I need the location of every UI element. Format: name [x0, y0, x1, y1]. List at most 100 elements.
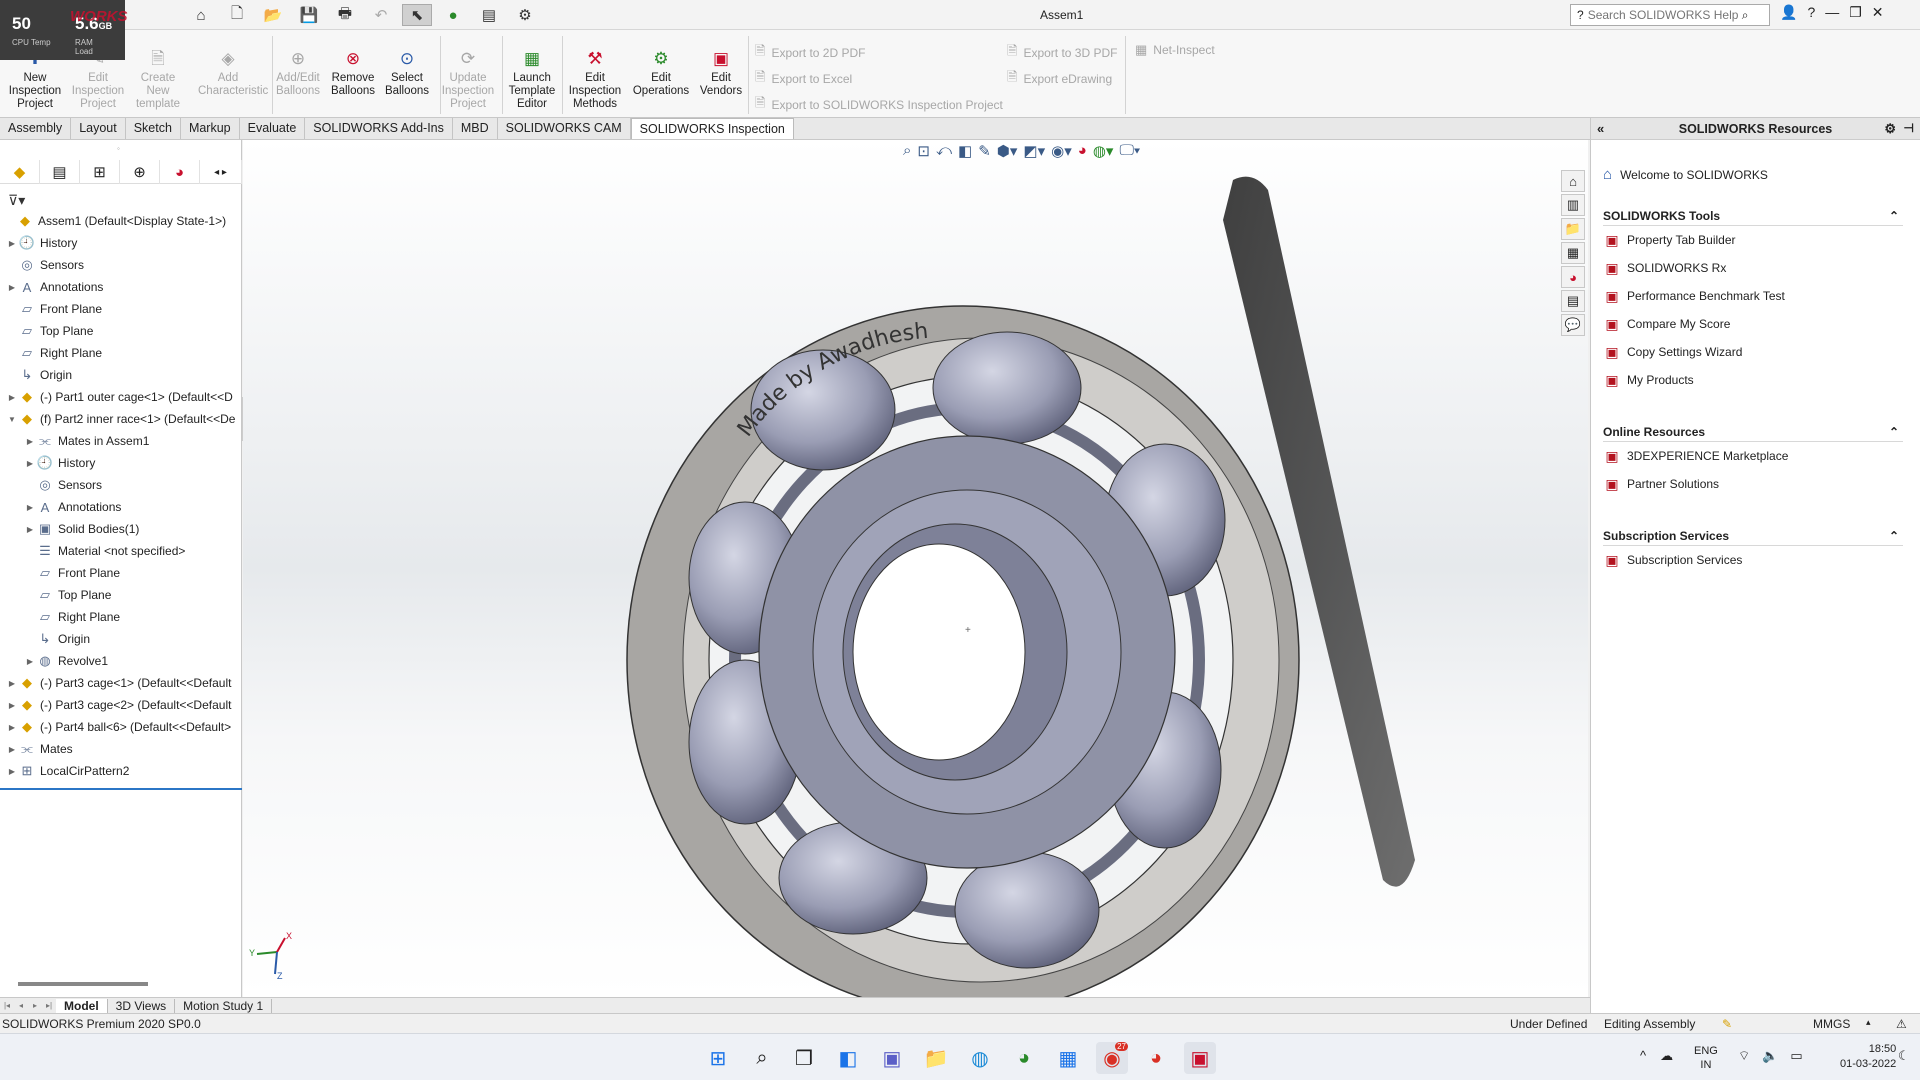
filter-icon[interactable]: ⊽▾: [8, 192, 25, 209]
volume-icon[interactable]: 🔈: [1762, 1048, 1778, 1064]
bearing-model[interactable]: + Made by Awadhesh: [243, 140, 1588, 997]
units-up-icon[interactable]: ▴: [1866, 1017, 1871, 1028]
wifi-icon[interactable]: ⌔: [1738, 1048, 1750, 1064]
hide-show-icon[interactable]: ◉▾: [1051, 142, 1072, 160]
expand-arrow-icon[interactable]: ▶: [24, 503, 36, 512]
tree-node[interactable]: ◆ Assem1 (Default<Display State-1>): [0, 210, 242, 232]
tab-sketch[interactable]: Sketch: [126, 118, 181, 139]
resource-link[interactable]: ▣ Partner Solutions: [1603, 470, 1903, 498]
open-icon[interactable]: 📂: [258, 4, 288, 26]
tree-node[interactable]: ▼ ◆ (f) Part2 inner race<1> (Default<<De: [0, 408, 242, 430]
export-2d-pdf-button[interactable]: 🗎 Export to 2D PDF: [755, 42, 865, 64]
edit-operations-button[interactable]: ⚙ Edit Operations: [631, 48, 691, 98]
prev-tab-icon[interactable]: ◂: [14, 1001, 28, 1010]
first-tab-icon[interactable]: |◂: [0, 1001, 14, 1010]
tree-node[interactable]: ▱ Front Plane: [0, 298, 242, 320]
expand-arrow-icon[interactable]: ▶: [24, 657, 36, 666]
design-library-tab-icon[interactable]: ▥: [1561, 194, 1585, 216]
resource-link[interactable]: ▣ Subscription Services: [1603, 546, 1903, 574]
remove-balloons-button[interactable]: ⊗ Remove Balloons: [323, 48, 383, 98]
solidworks-taskbar-icon[interactable]: ▣: [1184, 1042, 1216, 1074]
expand-arrow-icon[interactable]: ▶: [6, 767, 18, 776]
next-tab-icon[interactable]: ▸: [28, 1001, 42, 1010]
file-explorer-tab-icon[interactable]: 📁: [1561, 218, 1585, 240]
tree-node[interactable]: ▱ Top Plane: [0, 584, 242, 606]
tab-evaluate[interactable]: Evaluate: [240, 118, 306, 139]
rebuild-status-icon[interactable]: ✎: [1722, 1017, 1732, 1031]
tree-node[interactable]: ▶ 🕘 History: [0, 232, 242, 254]
tree-node[interactable]: ▶ ▣ Solid Bodies(1): [0, 518, 242, 540]
search-icon[interactable]: ⌕: [1742, 8, 1749, 23]
user-icon[interactable]: 👤: [1780, 4, 1797, 21]
onedrive-icon[interactable]: ☁: [1660, 1048, 1673, 1064]
edit-appearance-icon[interactable]: ◕: [1078, 142, 1087, 160]
resources-tab-icon[interactable]: ⌂: [1561, 170, 1585, 192]
create-new-template-button[interactable]: 🗎 Create New template: [128, 48, 188, 111]
undo-icon[interactable]: ↶: [366, 4, 396, 26]
tab-markup[interactable]: Markup: [181, 118, 240, 139]
panel-grip-icon[interactable]: ◦: [117, 144, 120, 153]
rollback-bar[interactable]: [0, 788, 242, 790]
options-gear-icon[interactable]: ⚙: [510, 4, 540, 26]
display-style-icon[interactable]: ◩▾: [1023, 142, 1045, 160]
resource-link[interactable]: ▣ SOLIDWORKS Rx: [1603, 254, 1903, 282]
save-icon[interactable]: 💾: [294, 4, 324, 26]
online-section-header[interactable]: Online Resources ⌃: [1603, 422, 1903, 442]
file-explorer-icon[interactable]: 📁: [920, 1042, 952, 1074]
view-palette-tab-icon[interactable]: ▦: [1561, 242, 1585, 264]
close-icon[interactable]: ✕: [1872, 4, 1884, 21]
subscription-section-header[interactable]: Subscription Services ⌃: [1603, 526, 1903, 546]
tree-node[interactable]: ▱ Front Plane: [0, 562, 242, 584]
export-edrawing-button[interactable]: 🗎 Export eDrawing: [1007, 68, 1112, 90]
welcome-link[interactable]: ⌂ Welcome to SOLIDWORKS: [1603, 166, 1768, 183]
tree-node[interactable]: ▶ ◆ (-) Part4 ball<6> (Default<<Default>: [0, 716, 242, 738]
export-excel-button[interactable]: 🗎 Export to Excel: [755, 68, 852, 90]
tree-node[interactable]: ▶ ◆ (-) Part3 cage<2> (Default<<Default: [0, 694, 242, 716]
last-tab-icon[interactable]: ▸|: [42, 1001, 56, 1010]
graphics-area[interactable]: + Made by Awadhesh ⌕ ⊡ ⤺ ◧ ✎ ⬢▾ ◩▾ ◉▾ ◕ …: [243, 140, 1588, 997]
select-icon[interactable]: ⬉: [402, 4, 432, 26]
notifications-icon[interactable]: ☾: [1898, 1048, 1910, 1064]
tree-node[interactable]: ▱ Right Plane: [0, 342, 242, 364]
resource-link[interactable]: ▣ Property Tab Builder: [1603, 226, 1903, 254]
more-tabs-icon[interactable]: ◂ ▸: [200, 160, 242, 184]
tree-node[interactable]: ☰ Material <not specified>: [0, 540, 242, 562]
tab-motion-study[interactable]: Motion Study 1: [175, 998, 273, 1013]
gear-icon[interactable]: ⚙: [1884, 121, 1896, 137]
zoom-area-icon[interactable]: ⊡: [917, 142, 930, 160]
forum-tab-icon[interactable]: 💬: [1561, 314, 1585, 336]
tab-mbd[interactable]: MBD: [453, 118, 498, 139]
resource-link[interactable]: ▣ Copy Settings Wizard: [1603, 338, 1903, 366]
expand-arrow-icon[interactable]: ▶: [6, 283, 18, 292]
chrome-icon[interactable]: ◕: [1008, 1042, 1040, 1074]
tab-assembly[interactable]: Assembly: [0, 118, 72, 139]
expand-arrow-icon[interactable]: ▶: [6, 701, 18, 710]
expand-arrow-icon[interactable]: ▶: [24, 525, 36, 534]
tree-node[interactable]: ▶ ⊞ LocalCirPattern2: [0, 760, 242, 782]
language-indicator[interactable]: ENG IN: [1694, 1044, 1718, 1072]
tree-node[interactable]: ▶ 🕘 History: [0, 452, 242, 474]
tab-solidworks-cam[interactable]: SOLIDWORKS CAM: [498, 118, 631, 139]
start-icon[interactable]: ⊞: [702, 1042, 734, 1074]
property-manager-tab-icon[interactable]: ▤: [40, 160, 80, 184]
clock[interactable]: 18:50 01-03-2022: [1840, 1042, 1896, 1072]
appearances-tab-icon[interactable]: ◕: [1561, 266, 1585, 288]
tree-node[interactable]: ↳ Origin: [0, 628, 242, 650]
view-settings-icon[interactable]: 🖵▾: [1119, 142, 1140, 160]
search-help-input[interactable]: [1587, 8, 1738, 22]
export-3d-pdf-button[interactable]: 🗎 Export to 3D PDF: [1007, 42, 1117, 64]
task-view-icon[interactable]: ❐: [788, 1042, 820, 1074]
dynamic-annotation-icon[interactable]: ✎: [978, 142, 991, 160]
edge-icon[interactable]: ◍: [964, 1042, 996, 1074]
expand-arrow-icon[interactable]: ▶: [24, 459, 36, 468]
new-document-icon[interactable]: 🗋: [222, 4, 252, 26]
widgets-icon[interactable]: ◧: [832, 1042, 864, 1074]
section-view-icon[interactable]: ◧: [958, 142, 972, 160]
collapse-icon[interactable]: «: [1597, 121, 1604, 136]
resource-link[interactable]: ▣ 3DEXPERIENCE Marketplace: [1603, 442, 1903, 470]
tree-node[interactable]: ▶ A Annotations: [0, 276, 242, 298]
resource-link[interactable]: ▣ Performance Benchmark Test: [1603, 282, 1903, 310]
file-properties-icon[interactable]: ▤: [474, 4, 504, 26]
expand-arrow-icon[interactable]: ▶: [6, 745, 18, 754]
tree-node[interactable]: ▶ A Annotations: [0, 496, 242, 518]
